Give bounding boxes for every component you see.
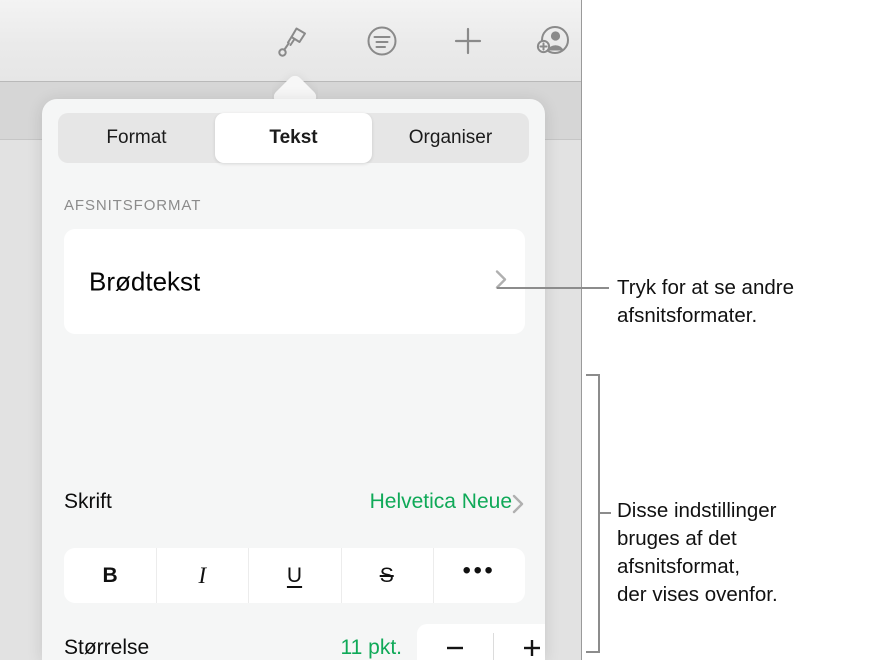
collaborate-add-person-icon[interactable] [525, 14, 581, 68]
font-size-increment-button[interactable] [494, 624, 546, 660]
chevron-right-glyph [512, 494, 524, 514]
screen-edge [581, 0, 582, 660]
text-format-popover: Format Tekst Organiser AFSNITSFORMAT Brø… [42, 99, 545, 660]
callout-text-settings: Disse indstillinger bruges af det afsnit… [617, 499, 778, 606]
text-style-button-group: B I U S ••• [64, 548, 525, 603]
strikethrough-button[interactable]: S [340, 548, 433, 603]
document-options-icon[interactable] [354, 14, 410, 68]
callout-bracket [586, 374, 600, 653]
plus-icon [523, 639, 540, 656]
font-size-stepper [417, 624, 545, 660]
tab-organiser[interactable]: Organiser [372, 113, 529, 163]
format-paintbrush-glyph [278, 27, 306, 57]
format-paintbrush-icon[interactable] [264, 14, 320, 68]
more-text-options-button[interactable]: ••• [432, 548, 525, 603]
size-row-label: Størrelse [64, 636, 150, 659]
chevron-right-glyph [495, 269, 507, 289]
font-size-decrement-button[interactable] [417, 624, 494, 660]
callout-bracket-stub [598, 512, 611, 514]
italic-button[interactable]: I [156, 548, 248, 603]
plus-glyph [454, 27, 482, 55]
paragraph-style-section-label: AFSNITSFORMAT [64, 197, 202, 214]
format-tab-bar: Format Tekst Organiser [58, 113, 529, 163]
app-window: Format Tekst Organiser AFSNITSFORMAT Brø… [0, 0, 582, 660]
underline-button[interactable]: U [248, 548, 340, 603]
document-options-glyph [367, 26, 397, 56]
bold-button[interactable]: B [64, 548, 156, 603]
popover-caret [272, 66, 318, 102]
chevron-right-icon [491, 263, 511, 300]
tab-tekst[interactable]: Tekst [215, 113, 372, 163]
font-row-label: Skrift [64, 490, 112, 513]
add-person-glyph [536, 26, 569, 54]
font-row-value[interactable]: Helvetica Neue [232, 490, 512, 514]
callout-text-paragraph-styles: Tryk for at se andre afsnitsformater. [617, 276, 794, 327]
insert-plus-icon[interactable] [440, 14, 496, 68]
chevron-right-icon[interactable] [508, 489, 528, 524]
size-row-value: 11 pkt. [340, 636, 402, 659]
tab-format[interactable]: Format [58, 113, 215, 163]
minus-icon [447, 646, 464, 649]
paragraph-style-button[interactable]: Brødtekst [64, 229, 525, 334]
paragraph-style-value: Brødtekst [89, 266, 201, 296]
